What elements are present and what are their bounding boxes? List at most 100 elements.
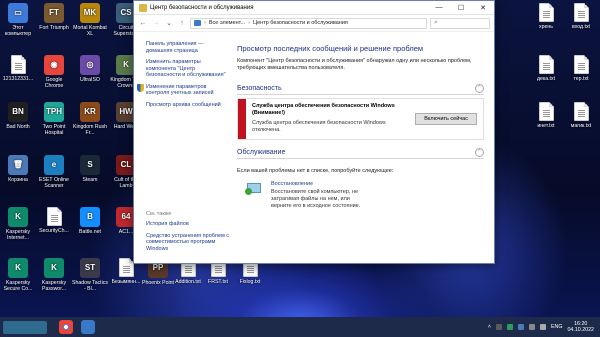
weather-widget[interactable] (3, 320, 47, 334)
volume-icon[interactable] (540, 324, 546, 330)
window-title: Центр безопасности и обслуживания (150, 4, 254, 11)
desktop-icon-battle-net[interactable]: B Battle.net (72, 207, 108, 235)
alert-body: Служба центра обеспечения безопасности W… (246, 99, 415, 139)
sidebar: Панель управления — домашняя страница Из… (134, 33, 229, 263)
control-panel-taskbar-icon[interactable] (81, 320, 95, 334)
file-icon (10, 55, 26, 74)
clock-date: 04.10.2022 (567, 327, 594, 333)
minimize-button[interactable]: — (428, 1, 450, 15)
desktop-icon-label: Battle.net (79, 229, 101, 235)
desktop-icon-label: тер.txt (573, 76, 589, 82)
desktop-icon-fort-triumph[interactable]: FT Fort Triumph (36, 3, 72, 31)
desktop-icon-magik-txt[interactable]: магик.txt (563, 102, 599, 129)
enable-now-button[interactable]: Включить сейчас (415, 113, 477, 125)
intro-text: Компонент "Центр безопасности и обслужив… (237, 58, 472, 71)
show-hidden-icons-icon[interactable]: ˄ (488, 324, 491, 330)
recovery-icon (245, 181, 263, 197)
game-icon: MK (80, 3, 100, 23)
search-input[interactable]: ⌕ (430, 17, 490, 29)
desktop-icon-kaspersky-internet[interactable]: K Kaspersky Internet... (0, 207, 36, 241)
desktop-icon-google-chrome[interactable]: ◉ Google Chrome (36, 55, 72, 89)
desktop-icon-kaspersky-secure[interactable]: K Kaspersky Secure Co... (0, 258, 36, 292)
security-section-title: Безопасность (237, 84, 282, 92)
desktop-icon-security-check[interactable]: SecurityCh... (36, 207, 72, 234)
file-icon (573, 102, 589, 121)
eset-icon: e (44, 155, 64, 175)
taskbar: ˄ ENG 16:20 04.10.2022 (0, 317, 600, 337)
recent-dropdown-icon[interactable]: ⌄ (164, 19, 174, 27)
desktop-icon-inet-txt[interactable]: инет.txt (528, 102, 564, 129)
desktop-icon-khren[interactable]: хрень (528, 3, 564, 30)
collapse-chevron-icon[interactable]: ⌃ (475, 83, 484, 93)
sidebar-link-change-settings[interactable]: Изменить параметры компонента "Центр без… (146, 59, 229, 79)
maintenance-section-header[interactable]: Обслуживание ⌃ (237, 146, 484, 159)
kaspersky-icon: K (8, 207, 28, 227)
desktop-icon-mortal-kombat-xl[interactable]: MK Mortal Kombat XL (72, 3, 108, 37)
breadcrumb-current[interactable]: Центр безопасности и обслуживания (253, 20, 348, 26)
battlenet-icon: B (80, 207, 100, 227)
game-icon: BN (8, 102, 28, 122)
security-section-header[interactable]: Безопасность ⌃ (237, 82, 484, 95)
tray-app-icon[interactable] (507, 324, 513, 330)
search-icon: ⌕ (434, 19, 438, 26)
see-also-file-history[interactable]: История файлов (146, 221, 229, 228)
recycle-bin-icon: 🗑 (8, 155, 28, 175)
desktop-icon-file-121312331[interactable]: 121312331... (0, 55, 36, 82)
expand-chevron-icon[interactable]: ⌃ (475, 147, 484, 157)
desktop-icon-label: ESET Online Scanner (39, 177, 69, 189)
desktop-icon-vkhod-txt[interactable]: вход.txt (563, 3, 599, 30)
desktop-icon-steam[interactable]: S Steam (72, 155, 108, 183)
title-bar[interactable]: Центр безопасности и обслуживания — ☐ ✕ (134, 1, 494, 15)
desktop-icon-deka-txt[interactable]: дека.txt (528, 55, 564, 82)
uac-shield-icon (137, 83, 144, 92)
desktop-icon-ter-txt[interactable]: тер.txt (563, 55, 599, 82)
file-icon (538, 3, 554, 22)
see-also-compatibility-troubleshooter[interactable]: Средство устранения проблем с совместимо… (146, 233, 229, 253)
desktop-icon-kingdom-rush[interactable]: KR Kingdom Rush Fr... (72, 102, 108, 136)
sidebar-link-home[interactable]: Панель управления — домашняя страница (146, 41, 229, 54)
desktop-icon-kaspersky-password[interactable]: K Kaspersky Passwor... (36, 258, 72, 292)
desktop-icon-this-pc[interactable]: ▭ Этот компьютер (0, 3, 36, 37)
file-icon (118, 258, 134, 277)
close-button[interactable]: ✕ (472, 1, 494, 15)
game-icon: KR (80, 102, 100, 122)
forward-arrow-icon[interactable]: → (151, 20, 161, 27)
desktop-icon-two-point-hospital[interactable]: TPH Two Point Hospital (36, 102, 72, 136)
breadcrumb-separator: › (204, 20, 206, 26)
chrome-icon: ◉ (44, 55, 64, 75)
up-arrow-icon[interactable]: ↑ (177, 20, 187, 27)
back-arrow-icon[interactable]: ← (138, 20, 148, 27)
tray-app-icon[interactable] (518, 324, 524, 330)
desktop-icon-eset-online-scanner[interactable]: e ESET Online Scanner (36, 155, 72, 189)
desktop-icon-recycle-bin[interactable]: 🗑 Корзина (0, 155, 36, 183)
flag-icon (139, 3, 147, 12)
network-icon[interactable] (529, 324, 535, 330)
address-bar: ← → ⌄ ↑ › Все элемент... › Центр безопас… (134, 15, 494, 32)
recovery-link[interactable]: Восстановление (271, 181, 366, 187)
desktop-icon-label: Этот компьютер (4, 25, 32, 37)
desktop-icon-label: Безымянн... (111, 279, 141, 285)
desktop-icon-label: магик.txt (570, 123, 592, 129)
sidebar-link-archive[interactable]: Просмотр архива сообщений (146, 102, 229, 109)
sidebar-link-uac[interactable]: Изменение параметров контроля учетных за… (137, 83, 229, 97)
clock-time: 16:20 (574, 320, 588, 327)
desktop-icon-label: дека.txt (536, 76, 556, 82)
breadcrumb-all-items[interactable]: Все элемент... (209, 20, 245, 26)
clock[interactable]: 16:20 04.10.2022 (567, 321, 594, 334)
desktop-icon-label: Two Point Hospital (42, 124, 66, 136)
desktop-icon-shadow-tactics[interactable]: ST Shadow Tactics - Bl... (72, 258, 108, 292)
desktop-icon-label: Kaspersky Secure Co... (3, 280, 33, 292)
tray-app-icon[interactable] (496, 324, 502, 330)
desktop-icon-label: вход.txt (571, 24, 590, 30)
disc-icon: ◎ (80, 55, 100, 75)
desktop-icon-bad-north[interactable]: BN Bad North (0, 102, 36, 130)
file-icon (538, 55, 554, 74)
breadcrumb[interactable]: › Все элемент... › Центр безопасности и … (190, 17, 427, 29)
maximize-button[interactable]: ☐ (450, 1, 472, 15)
language-indicator[interactable]: ENG (551, 324, 562, 330)
chrome-taskbar-icon[interactable] (59, 320, 73, 334)
maintenance-section-title: Обслуживание (237, 148, 286, 156)
desktop-icon-label: хрень (539, 24, 553, 30)
recovery-item: Восстановление Восстановите свой компьют… (237, 181, 484, 210)
desktop-icon-ultraiso[interactable]: ◎ UltraISO (72, 55, 108, 83)
